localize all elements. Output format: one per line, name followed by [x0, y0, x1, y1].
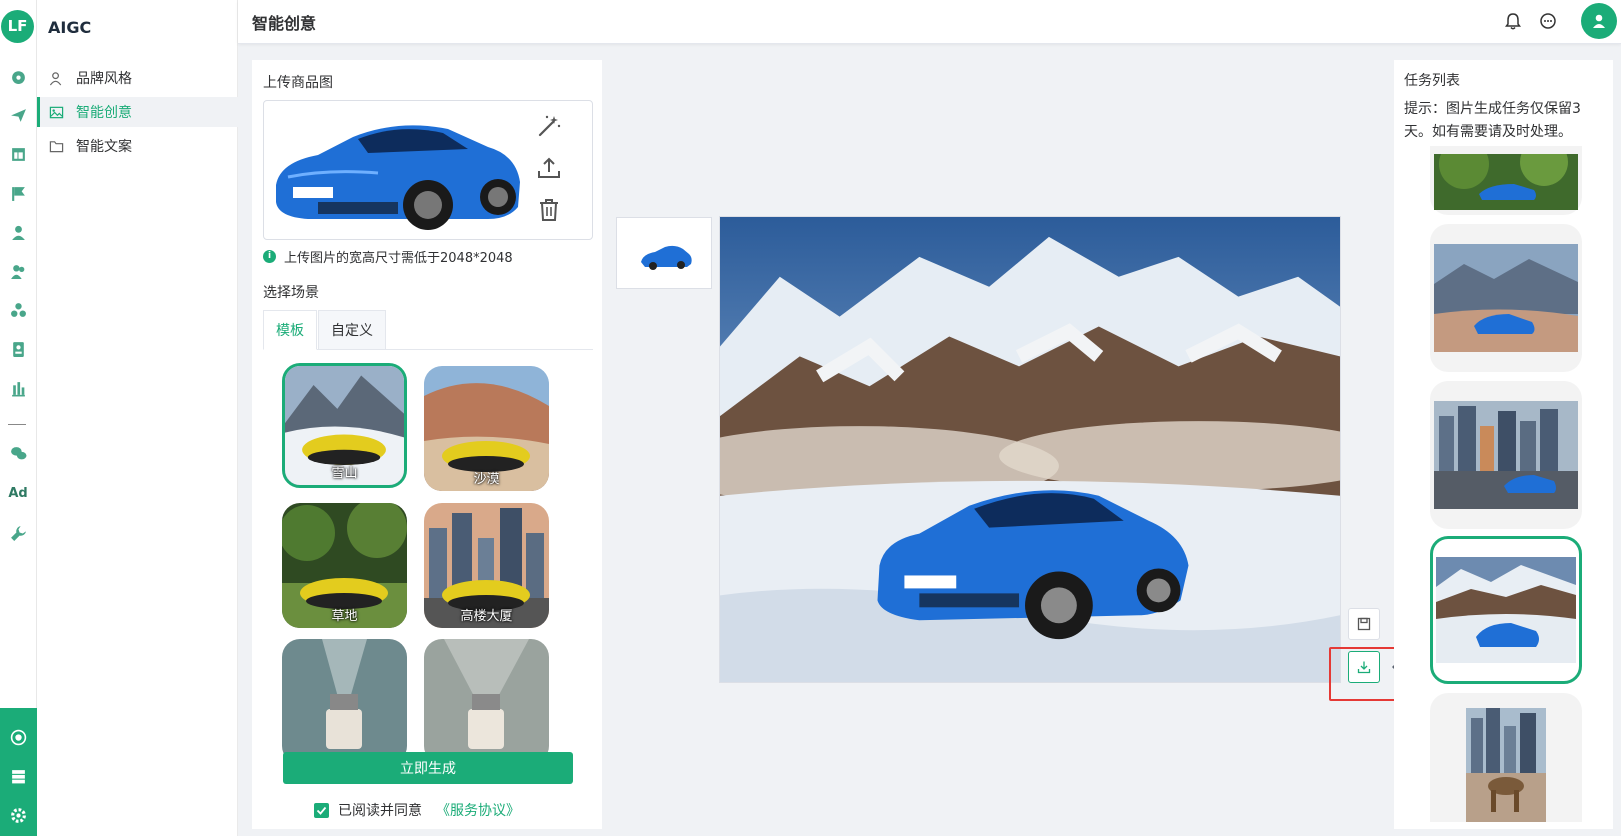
- upload-size-hint: i 上传图片的宽高尺寸需低于2048*2048: [263, 247, 513, 266]
- scene-tabs: 模板 自定义: [263, 310, 593, 350]
- scene-product-light-1[interactable]: [282, 639, 407, 764]
- agreement-row: 已阅读并同意 《服务协议》: [314, 800, 520, 820]
- source-thumbnail[interactable]: [616, 217, 712, 289]
- scene-caption: 沙漠: [473, 472, 500, 487]
- wechat-icon[interactable]: [7, 442, 29, 464]
- users-icon[interactable]: [7, 260, 29, 282]
- scene-caption: 高楼大厦: [460, 609, 513, 624]
- service-agreement-link[interactable]: 《服务协议》: [436, 800, 520, 820]
- info-icon: i: [263, 250, 276, 263]
- nav-item-label: 智能创意: [76, 105, 132, 121]
- contact-card-icon[interactable]: [7, 338, 29, 360]
- task-item[interactable]: [1430, 146, 1582, 215]
- task-panel: 任务列表 提示：图片生成任务仅保留3天。如有需要请及时处理。: [1394, 60, 1613, 829]
- scene-caption: 草地: [331, 609, 358, 624]
- upload-area[interactable]: [263, 100, 593, 240]
- scene-snow-mountain[interactable]: 雪山: [282, 363, 407, 488]
- side-nav: AIGC 品牌风格 智能创意 智能文案: [37, 0, 238, 836]
- bar-chart-icon[interactable]: [7, 377, 29, 399]
- nav-item-label: 品牌风格: [76, 71, 132, 87]
- task-item[interactable]: [1430, 693, 1582, 822]
- bell-icon[interactable]: [1503, 11, 1523, 31]
- network-icon[interactable]: [7, 726, 29, 748]
- brand-title: AIGC: [48, 18, 92, 37]
- nav-item-brand-style[interactable]: 品牌风格: [37, 63, 238, 93]
- nav-item-smart-copy[interactable]: 智能文案: [37, 131, 238, 161]
- icon-rail: LF Ad: [0, 0, 37, 836]
- settings-gear-icon[interactable]: [7, 804, 29, 826]
- scene-skyscrapers[interactable]: 高楼大厦: [424, 503, 549, 628]
- magic-wand-icon[interactable]: [536, 113, 562, 139]
- rail-divider: [8, 424, 26, 425]
- upload-icon[interactable]: [536, 155, 562, 181]
- task-item[interactable]: [1430, 381, 1582, 529]
- user-avatar-icon[interactable]: [1581, 3, 1617, 39]
- agree-checkbox[interactable]: [314, 802, 329, 818]
- flag-icon[interactable]: [7, 182, 29, 204]
- upload-hint-text: 上传图片的宽高尺寸需低于2048*2048: [284, 251, 513, 266]
- layout-icon[interactable]: [7, 143, 29, 165]
- send-icon[interactable]: [7, 104, 29, 126]
- ad-icon[interactable]: Ad: [7, 482, 29, 504]
- generated-image-preview[interactable]: [719, 216, 1341, 683]
- config-panel: 上传商品图 i 上传图片的宽高尺寸需低于2048*2048 选择场景 模板 自定…: [252, 60, 602, 829]
- scene-desert[interactable]: 沙漠: [424, 366, 549, 491]
- nav-item-label: 智能文案: [76, 139, 132, 155]
- generate-button[interactable]: 立即生成: [283, 752, 573, 784]
- server-icon[interactable]: [7, 765, 29, 787]
- cluster-icon[interactable]: [7, 299, 29, 321]
- scene-caption: 雪山: [331, 466, 358, 481]
- scene-grid: 雪山 沙漠 草地 高楼大厦: [282, 363, 572, 799]
- person-icon[interactable]: [7, 221, 29, 243]
- save-button[interactable]: [1348, 608, 1380, 640]
- task-item-selected[interactable]: [1430, 536, 1582, 684]
- image-icon: [49, 106, 64, 118]
- nav-item-smart-creative[interactable]: 智能创意: [37, 97, 238, 127]
- user-icon: [49, 71, 62, 85]
- task-item[interactable]: [1430, 224, 1582, 372]
- scene-label: 选择场景: [263, 285, 319, 301]
- trash-icon[interactable]: [536, 197, 562, 223]
- app-logo[interactable]: LF: [1, 10, 34, 43]
- upload-label: 上传商品图: [263, 75, 333, 91]
- folder-icon: [49, 140, 64, 152]
- tab-custom[interactable]: 自定义: [318, 310, 386, 350]
- agree-text: 已阅读并同意: [338, 803, 422, 819]
- chat-icon[interactable]: [1538, 11, 1558, 31]
- save-icon: [1357, 617, 1371, 631]
- task-retention-hint: 提示：图片生成任务仅保留3天。如有需要请及时处理。: [1404, 101, 1581, 140]
- task-list: [1430, 146, 1582, 822]
- scene-product-light-2[interactable]: [424, 639, 549, 764]
- wrench-icon[interactable]: [7, 522, 29, 544]
- rail-bottom: [0, 708, 37, 836]
- dashboard-icon[interactable]: [7, 65, 29, 87]
- page-title: 智能创意: [252, 14, 317, 33]
- uploaded-car-image: [276, 125, 520, 230]
- scene-grassland[interactable]: 草地: [282, 503, 407, 628]
- tab-template[interactable]: 模板: [263, 310, 317, 350]
- top-header: 智能创意: [238, 0, 1621, 44]
- task-list-title: 任务列表: [1404, 73, 1460, 89]
